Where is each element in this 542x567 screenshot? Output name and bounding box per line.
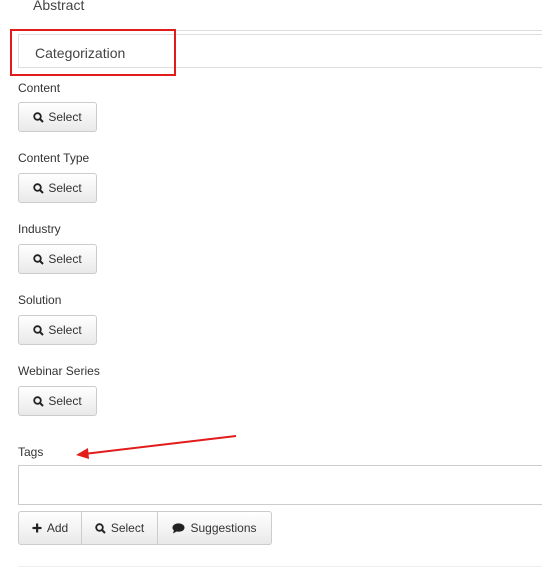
suggestions-button[interactable]: Suggestions [158, 511, 272, 545]
tags-input[interactable] [18, 465, 542, 505]
add-tag-button[interactable]: Add [18, 511, 82, 545]
search-icon [33, 253, 45, 265]
search-icon [33, 324, 45, 336]
suggestions-label: Suggestions [190, 521, 257, 535]
field-label-tags: Tags [18, 445, 44, 459]
annotation-arrow [76, 435, 237, 459]
search-icon [33, 395, 45, 407]
highlight-box [10, 29, 176, 76]
content-type-select-label: Select [48, 181, 82, 195]
webinar-series-select-label: Select [48, 394, 82, 408]
field-label-content: Content [18, 81, 61, 95]
field-label-industry: Industry [18, 222, 61, 236]
tags-button-group: Add Select Suggestions [18, 511, 272, 545]
solution-select-label: Select [48, 323, 82, 337]
search-icon [33, 182, 45, 194]
solution-select-button[interactable]: Select [18, 315, 97, 345]
add-tag-label: Add [46, 521, 69, 535]
content-type-select-button[interactable]: Select [18, 173, 97, 203]
select-tag-button[interactable]: Select [82, 511, 158, 545]
field-label-webinar-series: Webinar Series [18, 364, 100, 378]
tab-abstract[interactable]: Abstract [18, 0, 542, 31]
select-tag-label: Select [110, 521, 145, 535]
content-select-button[interactable]: Select [18, 102, 97, 132]
industry-select-label: Select [48, 252, 82, 266]
search-icon [95, 522, 106, 534]
field-label-solution: Solution [18, 293, 62, 307]
webinar-series-select-button[interactable]: Select [18, 386, 97, 416]
field-label-content-type: Content Type [18, 151, 90, 165]
plus-icon [32, 523, 42, 533]
content-select-label: Select [48, 110, 82, 124]
search-icon [33, 111, 45, 123]
industry-select-button[interactable]: Select [18, 244, 97, 274]
comment-icon [172, 522, 185, 534]
tab-abstract-label: Abstract [33, 0, 85, 13]
